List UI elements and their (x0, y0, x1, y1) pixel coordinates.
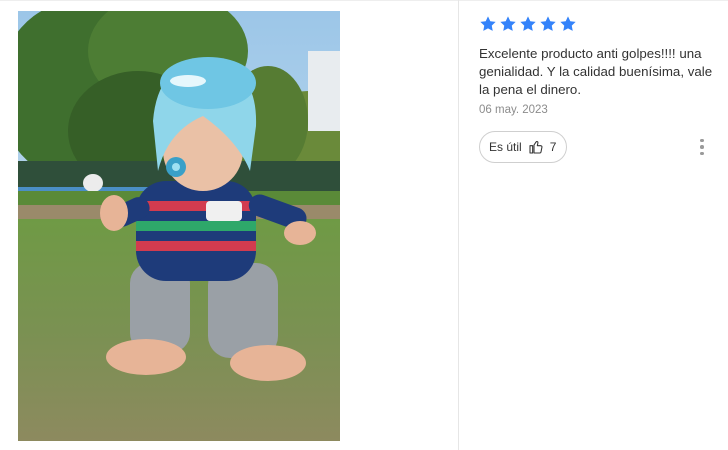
column-divider (458, 0, 459, 450)
more-vertical-icon-dot (700, 145, 704, 149)
review-photo-panel (0, 0, 458, 450)
review-text: Excelente producto anti golpes!!!! una g… (479, 46, 713, 97)
more-vertical-icon-dot (700, 151, 704, 156)
more-vertical-icon (700, 138, 704, 143)
helpful-label: Es útil (489, 140, 522, 154)
star-icon (520, 16, 536, 31)
thumbs-up-icon (529, 141, 543, 154)
helpful-count: 7 (549, 140, 557, 154)
more-options-button[interactable] (696, 137, 708, 157)
review-photo[interactable] (18, 11, 340, 441)
star-icon (500, 16, 516, 31)
review-date: 06 may. 2023 (479, 104, 548, 116)
helpful-button[interactable]: Es útil 7 (479, 131, 568, 163)
rating-stars (479, 14, 719, 34)
star-icon (560, 16, 576, 31)
star-icon (480, 16, 496, 31)
star-icon (540, 16, 556, 31)
review-card: Excelente producto anti golpes!!!! una g… (479, 14, 719, 163)
